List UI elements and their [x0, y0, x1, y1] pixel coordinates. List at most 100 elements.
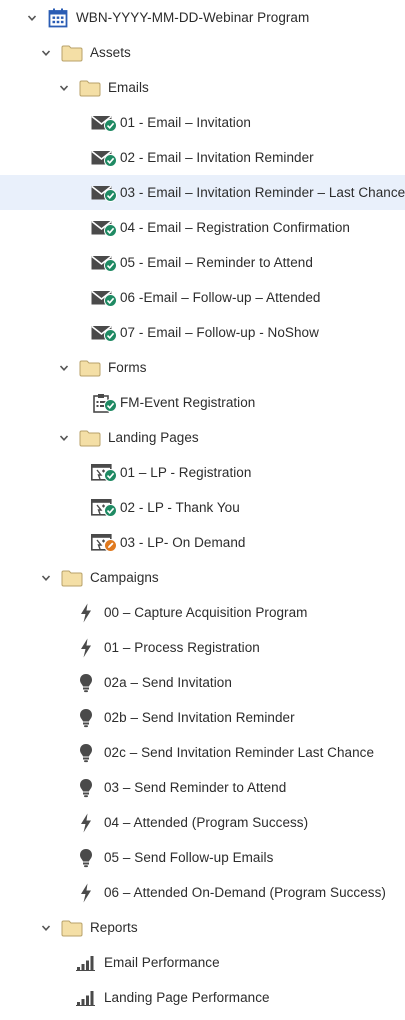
bar-chart-report-icon [74, 952, 98, 974]
landing-page-icon [90, 532, 117, 557]
landing-page-icon [90, 462, 117, 487]
tree-folder-forms[interactable]: Forms [0, 350, 405, 385]
email-icon [90, 217, 117, 242]
folder-label: Assets [90, 45, 131, 60]
tree-item-label: 02 - LP - Thank You [120, 500, 240, 515]
tree-item-label: 06 -Email – Follow-up – Attended [120, 290, 321, 305]
lightbulb-icon [74, 742, 98, 764]
chevron-down-icon[interactable] [40, 922, 52, 934]
tree-item-email[interactable]: 02 - Email – Invitation Reminder [0, 140, 405, 175]
tree-item-campaign[interactable]: 02a – Send Invitation [0, 665, 405, 700]
tree-item-label: 05 – Send Follow-up Emails [104, 850, 274, 865]
tree-item-label: 07 - Email – Follow-up - NoShow [120, 325, 319, 340]
chevron-down-icon[interactable] [58, 362, 70, 374]
bar-chart-report-icon [74, 987, 98, 1009]
lightbulb-icon [74, 777, 98, 799]
tree-folder-landing-pages[interactable]: Landing Pages [0, 420, 405, 455]
tree-item-campaign[interactable]: 03 – Send Reminder to Attend [0, 770, 405, 805]
tree-item-email[interactable]: 03 - Email – Invitation Reminder – Last … [0, 175, 405, 210]
folder-label: Emails [108, 80, 149, 95]
tree-item-label: 05 - Email – Reminder to Attend [120, 255, 313, 270]
approved-check-icon [104, 328, 117, 347]
tree-item-label: 02b – Send Invitation Reminder [104, 710, 295, 725]
tree-item-email[interactable]: 04 - Email – Registration Confirmation [0, 210, 405, 245]
tree-item-label: 04 - Email – Registration Confirmation [120, 220, 350, 235]
email-icon [90, 322, 117, 347]
folder-label: Landing Pages [108, 430, 199, 445]
tree-item-label: 02 - Email – Invitation Reminder [120, 150, 314, 165]
tree-item-campaign[interactable]: 02c – Send Invitation Reminder Last Chan… [0, 735, 405, 770]
tree-item-label: 03 - LP- On Demand [120, 535, 246, 550]
lightbulb-icon [74, 672, 98, 694]
tree-item-landing-page[interactable]: 02 - LP - Thank You [0, 490, 405, 525]
tree-item-campaign[interactable]: 02b – Send Invitation Reminder [0, 700, 405, 735]
folder-label: Forms [108, 360, 147, 375]
tree-item-landing-page[interactable]: 01 – LP - Registration [0, 455, 405, 490]
lightning-bolt-icon [74, 882, 98, 904]
tree-item-report[interactable]: Landing Page Performance [0, 980, 405, 1015]
tree-item-label: 04 – Attended (Program Success) [104, 815, 309, 830]
lightning-bolt-icon [74, 637, 98, 659]
tree-item-email[interactable]: 07 - Email – Follow-up - NoShow [0, 315, 405, 350]
chevron-down-icon[interactable] [26, 12, 38, 24]
email-icon [90, 112, 117, 137]
tree-item-email[interactable]: 01 - Email – Invitation [0, 105, 405, 140]
tree-item-label: Landing Page Performance [104, 990, 270, 1005]
tree-item-form[interactable]: FM-Event Registration [0, 385, 405, 420]
form-icon [90, 392, 117, 417]
tree-item-landing-page[interactable]: 03 - LP- On Demand [0, 525, 405, 560]
approved-check-icon [104, 503, 117, 522]
lightning-bolt-icon [74, 812, 98, 834]
tree-item-report[interactable]: Email Performance [0, 945, 405, 980]
email-icon [90, 287, 117, 309]
folder-icon [78, 427, 102, 449]
folder-icon [60, 42, 84, 64]
landing-page-icon [90, 497, 117, 522]
tree-folder-emails[interactable]: Emails [0, 70, 405, 105]
folder-label: Campaigns [90, 570, 159, 585]
tree-folder-campaigns[interactable]: Campaigns [0, 560, 405, 595]
tree-item-campaign[interactable]: 04 – Attended (Program Success) [0, 805, 405, 840]
tree-item-campaign[interactable]: 06 – Attended On-Demand (Program Success… [0, 875, 405, 910]
draft-pencil-icon [104, 538, 117, 557]
tree-item-label: FM-Event Registration [120, 395, 256, 410]
tree-item-label: 01 - Email – Invitation [120, 115, 251, 130]
lightbulb-icon [74, 847, 98, 869]
tree-program[interactable]: WBN-YYYY-MM-DD-Webinar Program [0, 0, 405, 35]
tree-folder-assets[interactable]: Assets [0, 35, 405, 70]
tree-item-label: 01 – Process Registration [104, 640, 260, 655]
tree-item-label: 03 – Send Reminder to Attend [104, 780, 287, 795]
tree-folder-reports[interactable]: Reports [0, 910, 405, 945]
chevron-down-icon[interactable] [58, 432, 70, 444]
tree-item-campaign[interactable]: 00 – Capture Acquisition Program [0, 595, 405, 630]
tree-item-email[interactable]: 06 -Email – Follow-up – Attended [0, 280, 405, 315]
tree-item-label: 02c – Send Invitation Reminder Last Chan… [104, 745, 375, 760]
chevron-down-icon[interactable] [40, 47, 52, 59]
tree-item-label: 02a – Send Invitation [104, 675, 232, 690]
approved-check-icon [104, 118, 117, 137]
approved-check-icon [104, 468, 117, 487]
approved-check-icon [104, 223, 117, 242]
chevron-down-icon[interactable] [40, 572, 52, 584]
email-icon [90, 147, 117, 172]
folder-label: Reports [90, 920, 138, 935]
lightbulb-icon [74, 707, 98, 729]
tree-item-label: 06 – Attended On-Demand (Program Success… [104, 885, 386, 900]
email-icon [90, 252, 117, 274]
tree-item-label: Email Performance [104, 955, 220, 970]
tree-item-label: 00 – Capture Acquisition Program [104, 605, 308, 620]
approved-check-icon [104, 188, 117, 207]
tree-item-campaign[interactable]: 01 – Process Registration [0, 630, 405, 665]
approved-check-icon [104, 398, 117, 417]
approved-check-icon [104, 153, 117, 172]
folder-icon [60, 567, 84, 589]
tree-item-label: 01 – LP - Registration [120, 465, 252, 480]
chevron-down-icon[interactable] [58, 82, 70, 94]
folder-icon [78, 357, 102, 379]
folder-icon [78, 77, 102, 99]
tree-item-label: 03 - Email – Invitation Reminder – Last … [120, 185, 405, 200]
tree-item-campaign[interactable]: 05 – Send Follow-up Emails [0, 840, 405, 875]
program-title: WBN-YYYY-MM-DD-Webinar Program [76, 10, 310, 25]
tree-item-email[interactable]: 05 - Email – Reminder to Attend [0, 245, 405, 280]
calendar-program-icon [46, 7, 70, 29]
